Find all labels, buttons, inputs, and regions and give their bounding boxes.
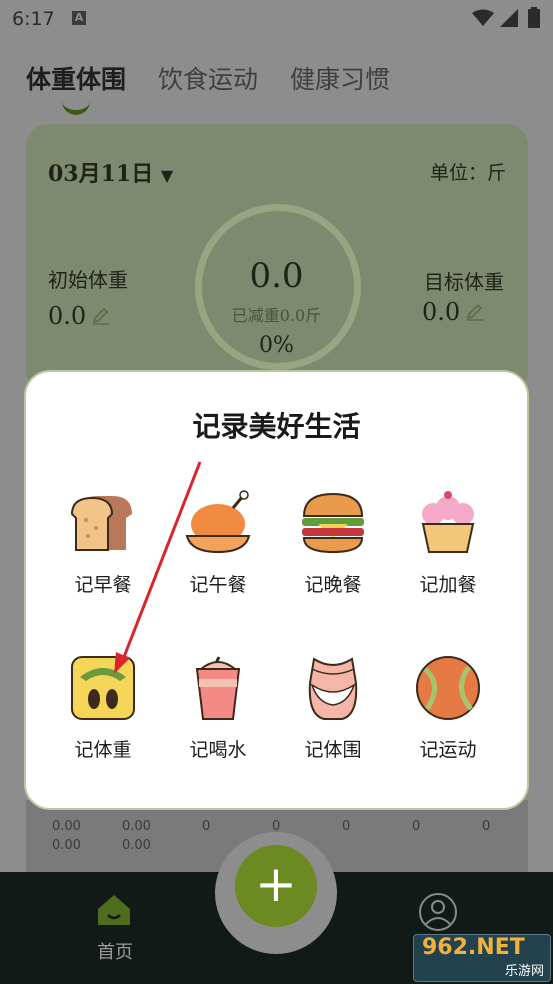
plus-icon: + [255,855,297,913]
record-dinner-button[interactable]: 记晚餐 [278,490,388,597]
tab-body-weight[interactable]: 体重体围 [26,60,126,96]
add-button[interactable]: + [235,845,317,927]
bread-icon [70,496,132,551]
record-breakfast-button[interactable]: 记早餐 [48,490,158,597]
status-bar: 6:17 A [0,0,553,36]
notification-icon: A [72,11,86,25]
table-cell: 0 [412,819,421,834]
watermark-sub: 乐游网 [504,964,544,979]
table-cell: 0.00 [52,819,81,834]
battery-icon [528,7,540,28]
wifi-icon [472,9,494,26]
caret-down-icon: ▼ [160,166,174,185]
exercise-label: 记运动 [419,739,477,761]
nav-profile[interactable] [418,892,458,936]
profile-icon [419,893,457,931]
status-time: 6:17 [12,8,55,30]
target-weight[interactable]: 0.0 [422,298,485,326]
table-cell: 0.00 [122,819,151,834]
scale-icon [71,656,135,720]
record-lunch-button[interactable]: 记午餐 [163,490,273,597]
nav-home-label: 首页 [97,942,133,963]
table-cell: 0 [482,819,491,834]
nav-home[interactable] [96,893,132,931]
weight-label: 记体重 [74,739,132,761]
burger-icon [302,492,364,554]
cupcake-icon [421,491,475,553]
date-label: 03月11日 [48,161,154,187]
drink-cup-icon [195,656,241,720]
home-icon [98,895,130,925]
record-exercise-button[interactable]: 记运动 [393,655,503,762]
table-cell: 0.00 [52,838,81,853]
snack-label: 记加餐 [419,574,477,596]
table-cell: 0 [202,819,211,834]
lost-weight-percent: 0% [259,333,294,358]
table-cell: 0.00 [122,838,151,853]
target-weight-value: 0.0 [422,298,461,326]
record-weight-button[interactable]: 记体重 [48,655,158,762]
site-watermark: 962.NET 乐游网 [413,934,551,982]
roast-chicken-icon [185,490,251,554]
baseball-icon [416,656,480,720]
waist-icon [308,657,358,720]
water-label: 记喝水 [189,739,247,761]
dinner-label: 记晚餐 [304,574,362,596]
tab-health-habits[interactable]: 健康习惯 [290,60,390,96]
waist-label: 记体围 [304,739,362,761]
tab-diet-exercise[interactable]: 饮食运动 [158,60,258,96]
record-water-button[interactable]: 记喝水 [163,655,273,762]
record-snack-button[interactable]: 记加餐 [393,490,503,597]
signal-icon [500,9,518,27]
target-weight-label: 目标体重 [424,270,504,294]
record-waist-button[interactable]: 记体围 [278,655,388,762]
date-selector[interactable]: 03月11日 ▼ [48,156,173,188]
table-cell: 0 [342,819,351,834]
breakfast-label: 记早餐 [74,574,132,596]
edit-icon [467,303,484,321]
watermark-brand: 962.NET [422,935,525,960]
lunch-label: 记午餐 [189,574,247,596]
unit-label: 单位：斤 [430,162,507,184]
modal-title: 记录美好生活 [192,410,361,443]
active-tab-indicator [62,98,90,115]
